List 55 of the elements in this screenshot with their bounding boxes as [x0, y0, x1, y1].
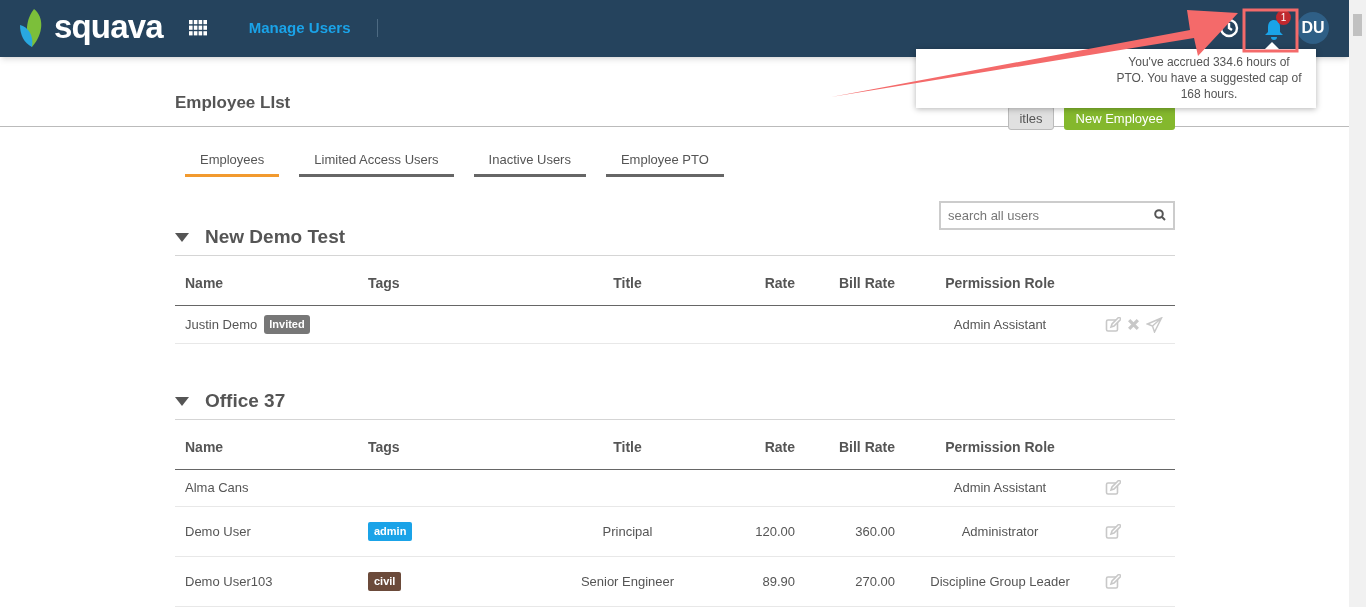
apps-grid-icon[interactable]: [188, 20, 207, 37]
column-header: Name: [184, 274, 225, 293]
bill-rate-cell-text: 270.00: [855, 572, 896, 591]
pto-message: You've accrued 334.6 hours of PTO. You have a suggested cap of 168 hours.: [1115, 54, 1303, 103]
name-cell-text: Alma Cans: [185, 479, 249, 498]
titles-button[interactable]: itles: [1008, 106, 1054, 131]
status-badge: Invited: [264, 315, 310, 334]
scrollbar[interactable]: [1349, 0, 1366, 607]
group-title: Office 37: [205, 389, 286, 414]
brand-name: squava: [54, 9, 163, 47]
column-header: Bill Rate: [839, 274, 896, 293]
column-header: Permission Role: [945, 274, 1055, 293]
tab[interactable]: Employee PTO: [605, 149, 724, 177]
bell-icon[interactable]: [1265, 20, 1283, 41]
column-header: Title: [613, 274, 642, 293]
title-cell-text: Principal: [602, 522, 653, 541]
column-header: Rate: [764, 438, 796, 457]
page-title: Manage Users: [248, 18, 351, 38]
role-cell-text: Discipline Group Leader: [930, 572, 1070, 591]
bill-rate-cell-text: 360.00: [855, 522, 896, 541]
group-title: New Demo Test: [205, 225, 346, 250]
role-cell-text: Admin Assistant: [953, 315, 1047, 334]
edit-icon[interactable]: [1105, 480, 1121, 496]
role-cell-text: Admin Assistant: [953, 479, 1047, 498]
edit-icon[interactable]: [1105, 573, 1121, 590]
tag-label: admin: [368, 522, 413, 541]
edit-icon[interactable]: [1105, 523, 1121, 540]
edit-icon[interactable]: [1105, 316, 1121, 333]
name-cell-text: Justin Demo: [185, 315, 258, 334]
send-icon[interactable]: [1146, 316, 1163, 333]
column-header: Tags: [367, 438, 401, 457]
tab[interactable]: Limited Access Users: [299, 149, 454, 177]
column-header: Title: [613, 438, 642, 457]
tab[interactable]: Employees: [185, 149, 280, 177]
tag-label: civil: [368, 572, 402, 591]
search-field[interactable]: search all users: [939, 201, 1175, 230]
user-avatar[interactable]: DU: [1297, 12, 1329, 45]
name-cell-text: Demo User: [185, 522, 251, 541]
search-icon[interactable]: [1154, 209, 1166, 221]
rate-cell-text: 120.00: [755, 522, 796, 541]
tab[interactable]: Inactive Users: [473, 149, 586, 177]
column-header: Bill Rate: [839, 438, 896, 457]
rate-cell-text: 89.90: [762, 572, 796, 591]
caret-icon[interactable]: [175, 397, 189, 406]
highlight-box: [1242, 8, 1299, 53]
role-cell-text: Administrator: [961, 522, 1039, 541]
name-cell-text: Demo User103: [185, 572, 273, 591]
caret-icon[interactable]: [175, 233, 189, 242]
column-header: Tags: [367, 274, 401, 293]
column-header: Permission Role: [945, 438, 1055, 457]
page-heading: Employee LIst: [175, 92, 291, 114]
title-cell-text: Senior Engineer: [580, 572, 675, 591]
delete-icon[interactable]: [1127, 318, 1140, 331]
column-header: Rate: [764, 274, 796, 293]
column-header: Name: [184, 438, 225, 457]
